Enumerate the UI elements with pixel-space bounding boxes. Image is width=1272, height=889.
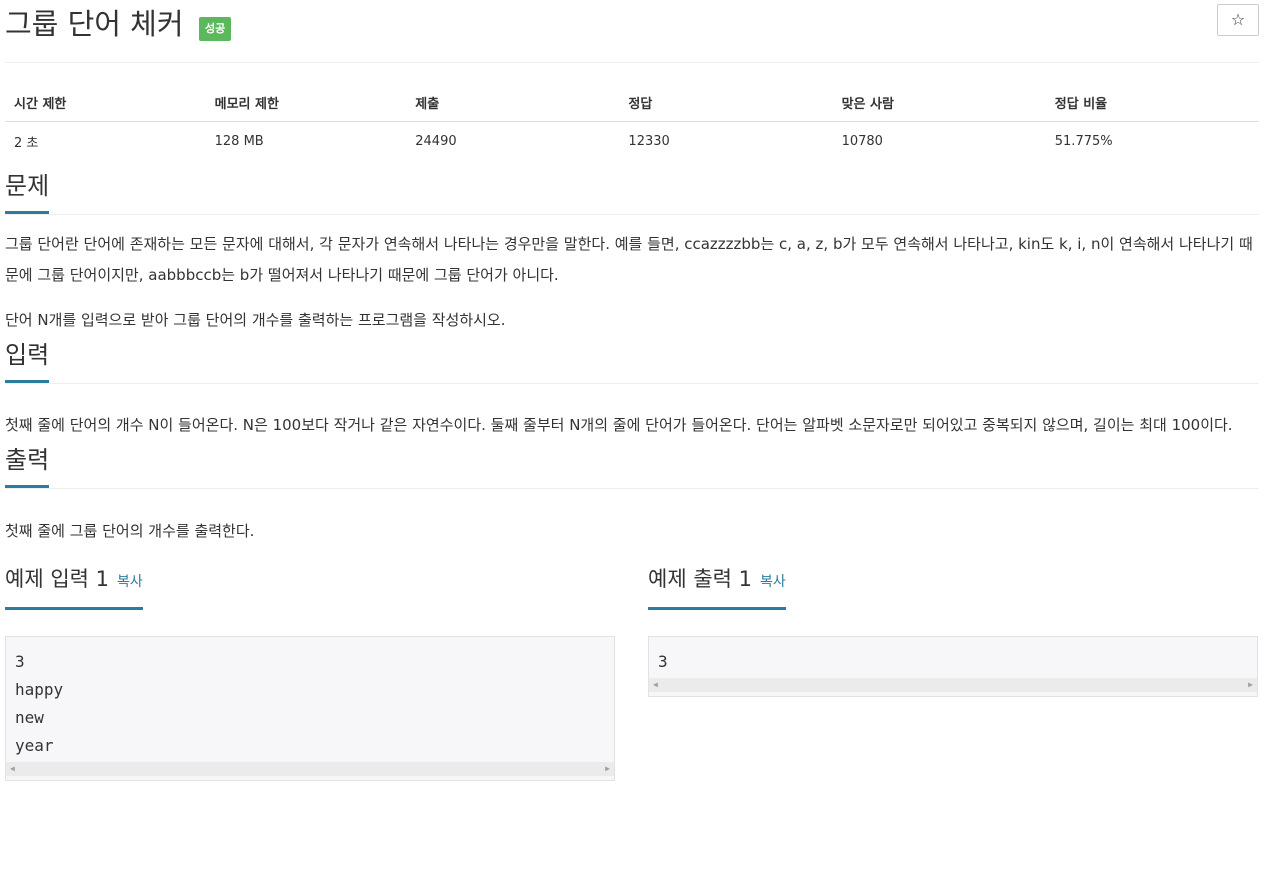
sample-input-box[interactable]: 3 happy new year ◀ ▶	[5, 636, 615, 781]
input-paragraph: 첫째 줄에 단어의 개수 N이 들어온다. N은 100보다 작거나 같은 자연…	[5, 416, 1233, 434]
problem-paragraph: 그룹 단어란 단어에 존재하는 모든 문자에 대해서, 각 문자가 연속해서 나…	[5, 235, 1253, 284]
sample-output-panel: 예제 출력 1 복사 3 ◀ ▶	[648, 567, 1258, 697]
value-accepted: 12330	[628, 134, 670, 149]
sample-input-scrollbar[interactable]: ◀ ▶	[6, 762, 614, 776]
output-description: 첫째 줄에 그룹 단어의 개수를 출력한다.	[5, 489, 1259, 547]
scroll-left-icon[interactable]: ◀	[10, 764, 15, 774]
value-submissions: 24490	[415, 134, 457, 149]
value-memory-limit: 128 MB	[214, 134, 264, 149]
sample-output-content: 3	[658, 652, 668, 671]
header-submissions: 제출	[406, 83, 620, 122]
value-ratio: 51.775%	[1054, 134, 1113, 149]
header-accepted: 정답	[619, 83, 833, 122]
output-section: 출력 첫째 줄에 그룹 단어의 개수를 출력한다.	[5, 441, 1259, 547]
title-row: 그룹 단어 체커 성공 ☆	[5, 0, 1259, 63]
favorite-button[interactable]: ☆	[1217, 4, 1259, 36]
sample-output-header: 예제 출력 1 복사	[648, 567, 1258, 610]
output-section-title: 출력	[5, 444, 50, 488]
problem-section-title: 문제	[5, 170, 50, 214]
input-section: 입력 첫째 줄에 단어의 개수 N이 들어온다. N은 100보다 작거나 같은…	[5, 336, 1259, 441]
input-section-title: 입력	[5, 339, 50, 383]
value-solvers: 10780	[841, 134, 883, 149]
page-title: 그룹 단어 체커	[5, 7, 184, 41]
input-section-header: 입력	[5, 336, 1259, 384]
sample-input-title: 예제 입력 1	[5, 567, 109, 591]
problem-page: 그룹 단어 체커 성공 ☆ 시간 제한 메모리 제한 제출 정답 맞은 사람 정…	[0, 0, 1272, 889]
star-icon: ☆	[1230, 10, 1246, 29]
sample-output-title: 예제 출력 1	[648, 567, 752, 591]
sample-input-title-wrap: 예제 입력 1 복사	[5, 564, 143, 610]
value-time-limit: 2 초	[14, 136, 39, 151]
problem-description: 그룹 단어란 단어에 존재하는 모든 문자에 대해서, 각 문자가 연속해서 나…	[5, 215, 1259, 336]
info-header-row: 시간 제한 메모리 제한 제출 정답 맞은 사람 정답 비율	[5, 83, 1259, 122]
output-paragraph: 첫째 줄에 그룹 단어의 개수를 출력한다.	[5, 522, 255, 540]
scroll-left-icon[interactable]: ◀	[653, 680, 658, 690]
header-ratio: 정답 비율	[1045, 83, 1259, 122]
input-description: 첫째 줄에 단어의 개수 N이 들어온다. N은 100보다 작거나 같은 자연…	[5, 384, 1259, 441]
problem-paragraph: 단어 N개를 입력으로 받아 그룹 단어의 개수를 출력하는 프로그램을 작성하…	[5, 311, 506, 329]
scroll-right-icon[interactable]: ▶	[605, 764, 610, 774]
sample-output-box[interactable]: 3 ◀ ▶	[648, 636, 1258, 697]
sample-input-header: 예제 입력 1 복사	[5, 567, 615, 610]
scroll-right-icon[interactable]: ▶	[1248, 680, 1253, 690]
output-section-header: 출력	[5, 441, 1259, 489]
header-time-limit: 시간 제한	[5, 83, 206, 122]
copy-output-button[interactable]: 복사	[760, 574, 786, 590]
problem-section-header: 문제	[5, 167, 1259, 215]
sample-output-title-wrap: 예제 출력 1 복사	[648, 564, 786, 610]
copy-input-button[interactable]: 복사	[117, 574, 143, 590]
problem-info-table: 시간 제한 메모리 제한 제출 정답 맞은 사람 정답 비율 2 초 128 M…	[5, 83, 1259, 161]
sample-output-scrollbar[interactable]: ◀ ▶	[649, 678, 1257, 692]
samples-area: 예제 입력 1 복사 3 happy new year ◀ ▶ 예제 출력 1 복사 3…	[5, 567, 1259, 817]
sample-input-content: 3 happy new year	[15, 652, 64, 755]
sample-input-panel: 예제 입력 1 복사 3 happy new year ◀ ▶	[5, 567, 615, 781]
status-badge: 성공	[199, 17, 232, 41]
header-solvers: 맞은 사람	[832, 83, 1046, 122]
header-memory-limit: 메모리 제한	[205, 83, 407, 122]
problem-section: 문제 그룹 단어란 단어에 존재하는 모든 문자에 대해서, 각 문자가 연속해…	[5, 167, 1259, 336]
info-value-row: 2 초 128 MB 24490 12330 10780 51.775%	[5, 122, 1259, 162]
